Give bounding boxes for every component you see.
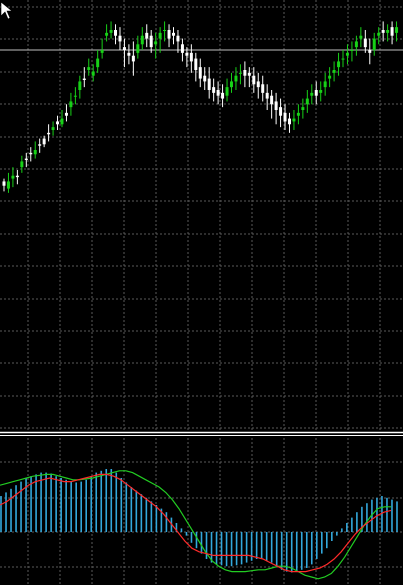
- candle-body: [33, 150, 37, 155]
- candle-body: [395, 27, 399, 33]
- candle-body: [6, 181, 10, 189]
- candle-body: [127, 52, 131, 56]
- candle-body: [100, 50, 104, 53]
- candle-body: [390, 27, 394, 36]
- candle-body: [82, 78, 86, 80]
- candle-body: [279, 107, 283, 116]
- candle-body: [243, 70, 247, 76]
- candle-body: [283, 112, 287, 122]
- candle-body: [207, 78, 211, 90]
- candle-body: [131, 55, 135, 62]
- candle-body: [2, 181, 6, 186]
- candle-body: [73, 95, 77, 97]
- candle-body: [60, 118, 64, 125]
- candle-body: [323, 81, 327, 88]
- candle-body: [247, 72, 251, 76]
- candle-body: [109, 30, 113, 33]
- candle-body: [24, 158, 28, 160]
- candle-body: [292, 118, 296, 122]
- candle-body: [29, 152, 33, 155]
- candle-body: [154, 41, 158, 45]
- candle-body: [363, 38, 367, 48]
- candle-body: [377, 32, 381, 36]
- candle-body: [194, 58, 198, 70]
- candle-body: [11, 175, 15, 179]
- candle-body: [319, 90, 323, 93]
- candle-body: [176, 35, 180, 42]
- candle-body: [332, 70, 336, 73]
- candle-body: [372, 38, 376, 50]
- candle-body: [185, 52, 189, 56]
- candle-body: [96, 58, 100, 68]
- candle-body: [78, 81, 82, 90]
- candle-body: [122, 47, 126, 50]
- candle-body: [359, 35, 363, 39]
- candle-body: [274, 101, 278, 110]
- candle-body: [328, 75, 332, 79]
- candle-body: [216, 90, 220, 96]
- candle-body: [229, 81, 233, 88]
- candle-body: [270, 95, 274, 105]
- candle-body: [381, 30, 385, 33]
- candle-body: [38, 144, 42, 146]
- candle-body: [354, 41, 358, 48]
- candle-body: [163, 30, 167, 31]
- candle-body: [56, 121, 60, 125]
- candle-body: [105, 32, 109, 36]
- candle-body: [69, 101, 73, 108]
- candle-body: [51, 127, 55, 130]
- candle-body: [167, 30, 171, 39]
- candle-body: [203, 75, 207, 82]
- candle-body: [212, 87, 216, 93]
- candle-body: [198, 67, 202, 79]
- candle-body: [47, 132, 51, 135]
- candle-body: [234, 75, 238, 82]
- candle-body: [238, 72, 242, 74]
- candle-body: [118, 35, 122, 42]
- candle-body: [345, 52, 349, 56]
- candle-body: [386, 30, 390, 33]
- candle-body: [149, 35, 153, 48]
- candle-body: [305, 98, 309, 105]
- candle-body: [252, 75, 256, 85]
- candle-body: [350, 50, 354, 51]
- candle-body: [221, 92, 225, 99]
- candle-body: [337, 61, 341, 68]
- candle-body: [136, 44, 140, 53]
- candle-body: [145, 32, 149, 39]
- chart-area: [0, 0, 403, 585]
- candle-body: [256, 81, 260, 88]
- candle-body: [261, 84, 265, 93]
- candle-body: [91, 71, 95, 76]
- candle-body: [301, 107, 305, 110]
- candle-body: [158, 32, 162, 39]
- candle-body: [296, 112, 300, 116]
- candle-body: [341, 58, 345, 60]
- candle-body: [265, 92, 269, 99]
- candle-body: [310, 92, 314, 96]
- candle-body: [189, 52, 193, 62]
- candle-body: [114, 30, 118, 36]
- candle-body: [42, 138, 46, 145]
- candle-body: [368, 50, 372, 53]
- candle-body: [20, 161, 24, 168]
- candle-body: [287, 118, 291, 125]
- candle-body: [180, 44, 184, 53]
- candle-body: [140, 35, 144, 45]
- candle-body: [64, 112, 68, 116]
- candle-body: [15, 175, 19, 178]
- candle-body: [225, 87, 229, 96]
- candle-body: [172, 32, 176, 36]
- candle-body: [314, 90, 318, 96]
- candle-body: [87, 67, 91, 70]
